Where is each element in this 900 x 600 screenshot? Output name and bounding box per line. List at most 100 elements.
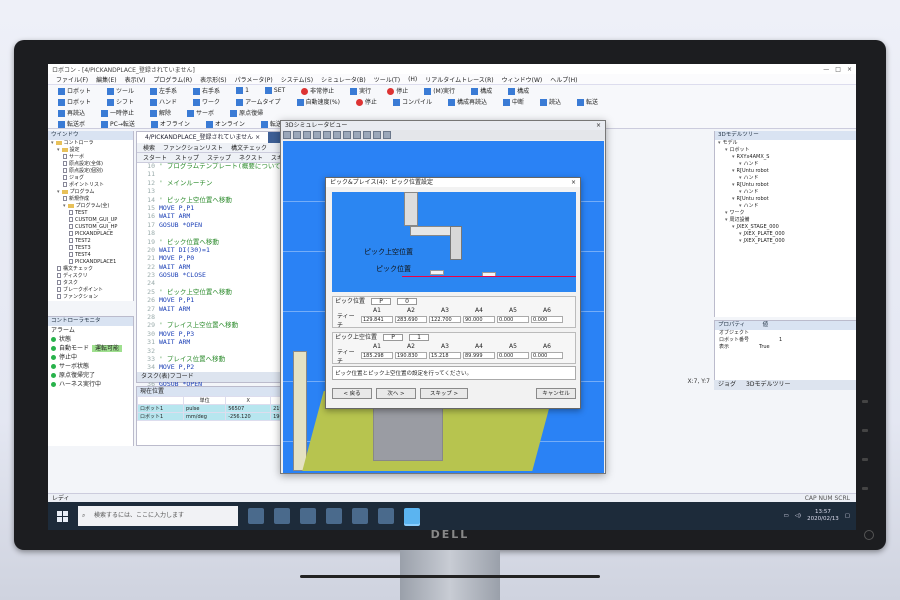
- menu-item[interactable]: パラメータ(P): [235, 75, 273, 84]
- tree-item[interactable]: CUSTOM_GUI_HP: [48, 224, 133, 231]
- chevron-down-icon[interactable]: ▾: [63, 203, 66, 209]
- tree-item[interactable]: 構文チェック: [48, 266, 133, 273]
- minimize-icon[interactable]: —: [823, 66, 829, 73]
- ribbon-button[interactable]: 実行: [348, 86, 373, 95]
- ribbon-button[interactable]: 再読込: [56, 108, 87, 117]
- ribbon-button[interactable]: 転送: [575, 97, 600, 106]
- tree-item[interactable]: ▾ ロボット: [715, 147, 856, 154]
- axis-value-field[interactable]: 190.830: [395, 352, 427, 359]
- tree-item[interactable]: ▾ JXEX_PLATE_000: [715, 238, 856, 245]
- tree-item[interactable]: ポイントリスト: [48, 182, 133, 189]
- chevron-down-icon[interactable]: ▾: [718, 140, 721, 146]
- menu-item[interactable]: プログラム(R): [153, 75, 192, 84]
- cortana-icon[interactable]: [248, 508, 264, 524]
- tree-item[interactable]: ▾ 周辺設備: [715, 217, 856, 224]
- close-icon[interactable]: ×: [571, 178, 580, 187]
- tree-item[interactable]: ▾ R[Untu robot: [715, 196, 856, 203]
- skip-button[interactable]: スキップ >: [420, 388, 468, 399]
- back-button[interactable]: < 戻る: [332, 388, 372, 399]
- ribbon-button[interactable]: 構成: [469, 86, 494, 95]
- search-input[interactable]: 検索するには、ここに入力します: [78, 506, 238, 526]
- tree-item[interactable]: ▾ 設定: [48, 147, 133, 154]
- tool-icon[interactable]: [363, 131, 371, 139]
- chevron-down-icon[interactable]: ▾: [739, 231, 742, 237]
- close-icon[interactable]: ×: [847, 66, 852, 73]
- menu-item[interactable]: 編集(E): [96, 75, 116, 84]
- ribbon-button[interactable]: 解除: [148, 108, 173, 117]
- run-control-button[interactable]: ストップ: [175, 153, 199, 162]
- close-icon[interactable]: ×: [255, 134, 260, 141]
- chevron-down-icon[interactable]: ▾: [732, 168, 735, 174]
- ribbon-button[interactable]: アームタイプ: [234, 97, 282, 106]
- tree-item[interactable]: ▾ コントローラ: [48, 140, 133, 147]
- menu-item[interactable]: ヘルプ(H): [550, 75, 577, 84]
- tree-item[interactable]: タスク: [48, 280, 133, 287]
- ribbon-button[interactable]: 停止: [354, 97, 379, 106]
- run-control-button[interactable]: ステップ: [207, 153, 231, 162]
- ribbon-button[interactable]: 構成: [506, 86, 531, 95]
- chevron-down-icon[interactable]: ▾: [739, 175, 742, 181]
- ribbon-button[interactable]: 停止: [385, 86, 410, 95]
- axis-value-field[interactable]: 129.841: [361, 316, 393, 323]
- axis-value-field[interactable]: 0.000: [531, 352, 563, 359]
- tool-icon[interactable]: [323, 131, 331, 139]
- ribbon-button[interactable]: 右手系: [191, 86, 222, 95]
- menu-item[interactable]: ツール(T): [374, 75, 400, 84]
- tree-item[interactable]: ブレークポイント: [48, 287, 133, 294]
- tree-item[interactable]: ▾ ハンド: [715, 203, 856, 210]
- sim-titlebar[interactable]: 3Dシミュレータビュー ×: [281, 121, 605, 130]
- chevron-down-icon[interactable]: ▾: [725, 217, 728, 223]
- tree-item[interactable]: ▾ R[Untu robot: [715, 182, 856, 189]
- 3d-viewport[interactable]: ピック&プレイス(4)：ピック位置設定 × ピック上空位置 ピック位置 ピック位…: [283, 141, 604, 473]
- chevron-down-icon[interactable]: ▾: [725, 210, 728, 216]
- tool-icon[interactable]: [293, 131, 301, 139]
- power-button[interactable]: [864, 530, 874, 540]
- tree-item[interactable]: TEST4: [48, 252, 133, 259]
- clock[interactable]: 13:57 2020/02/13: [807, 509, 839, 523]
- chevron-down-icon[interactable]: ▾: [732, 154, 735, 160]
- menu-item[interactable]: ファイル(F): [56, 75, 88, 84]
- tab-ジョグ[interactable]: ジョグ: [718, 381, 736, 388]
- axis-value-field[interactable]: 283.690: [395, 316, 427, 323]
- tree-item[interactable]: ディスクリ: [48, 273, 133, 280]
- tool-icon[interactable]: [343, 131, 351, 139]
- ribbon-button[interactable]: ロボット: [56, 97, 93, 106]
- ribbon-button[interactable]: オフライン: [149, 119, 192, 128]
- tree-item[interactable]: PICKANDPLACE: [48, 231, 133, 238]
- tool-icon[interactable]: [333, 131, 341, 139]
- tab-3Dモデルツリー[interactable]: 3Dモデルツリー: [746, 381, 790, 388]
- editor-tool-button[interactable]: ファンクションリスト: [163, 143, 223, 152]
- ribbon-button[interactable]: 非常停止: [299, 86, 336, 95]
- tree-item[interactable]: ▾ JXEX_PLATE_000: [715, 231, 856, 238]
- volume-icon[interactable]: ◁): [795, 513, 801, 519]
- axis-value-field[interactable]: 0.000: [531, 316, 563, 323]
- chevron-down-icon[interactable]: ▾: [732, 182, 735, 188]
- ribbon-button[interactable]: 自動速度(%): [295, 97, 342, 106]
- tool-icon[interactable]: [353, 131, 361, 139]
- file-explorer-icon[interactable]: [326, 508, 342, 524]
- ribbon-button[interactable]: サーボ: [185, 108, 216, 117]
- tree-item[interactable]: ジョグ: [48, 175, 133, 182]
- tool-icon[interactable]: [373, 131, 381, 139]
- axis-value-field[interactable]: 185.298: [361, 352, 393, 359]
- tree-item[interactable]: PICKANDPLACE1: [48, 259, 133, 266]
- tab-program[interactable]: 4/PICKANDPLACE_登録されていません ×: [137, 132, 269, 143]
- axis-value-field[interactable]: 0.000: [497, 316, 529, 323]
- ribbon-button[interactable]: 一時停止: [99, 108, 136, 117]
- chevron-down-icon[interactable]: ▾: [739, 238, 742, 244]
- ribbon-button[interactable]: ワーク: [191, 97, 222, 106]
- chevron-down-icon[interactable]: ▾: [57, 189, 60, 195]
- tree-item[interactable]: 原点設定(個別): [48, 168, 133, 175]
- tree-item[interactable]: サーボ: [48, 154, 133, 161]
- menu-item[interactable]: (H): [408, 76, 417, 83]
- tree-item[interactable]: ▾ プログラム(全): [48, 203, 133, 210]
- tool-icon[interactable]: [383, 131, 391, 139]
- ribbon-button[interactable]: 中断: [501, 97, 526, 106]
- axis-value-field[interactable]: 89.999: [463, 352, 495, 359]
- ribbon-button[interactable]: 読込: [538, 97, 563, 106]
- tree-item[interactable]: TEST3: [48, 245, 133, 252]
- windows-start-icon[interactable]: [52, 506, 72, 526]
- chevron-down-icon[interactable]: ▾: [51, 140, 54, 146]
- menu-item[interactable]: シミュレータ(B): [321, 75, 366, 84]
- tree-item[interactable]: 原点設定(全体): [48, 161, 133, 168]
